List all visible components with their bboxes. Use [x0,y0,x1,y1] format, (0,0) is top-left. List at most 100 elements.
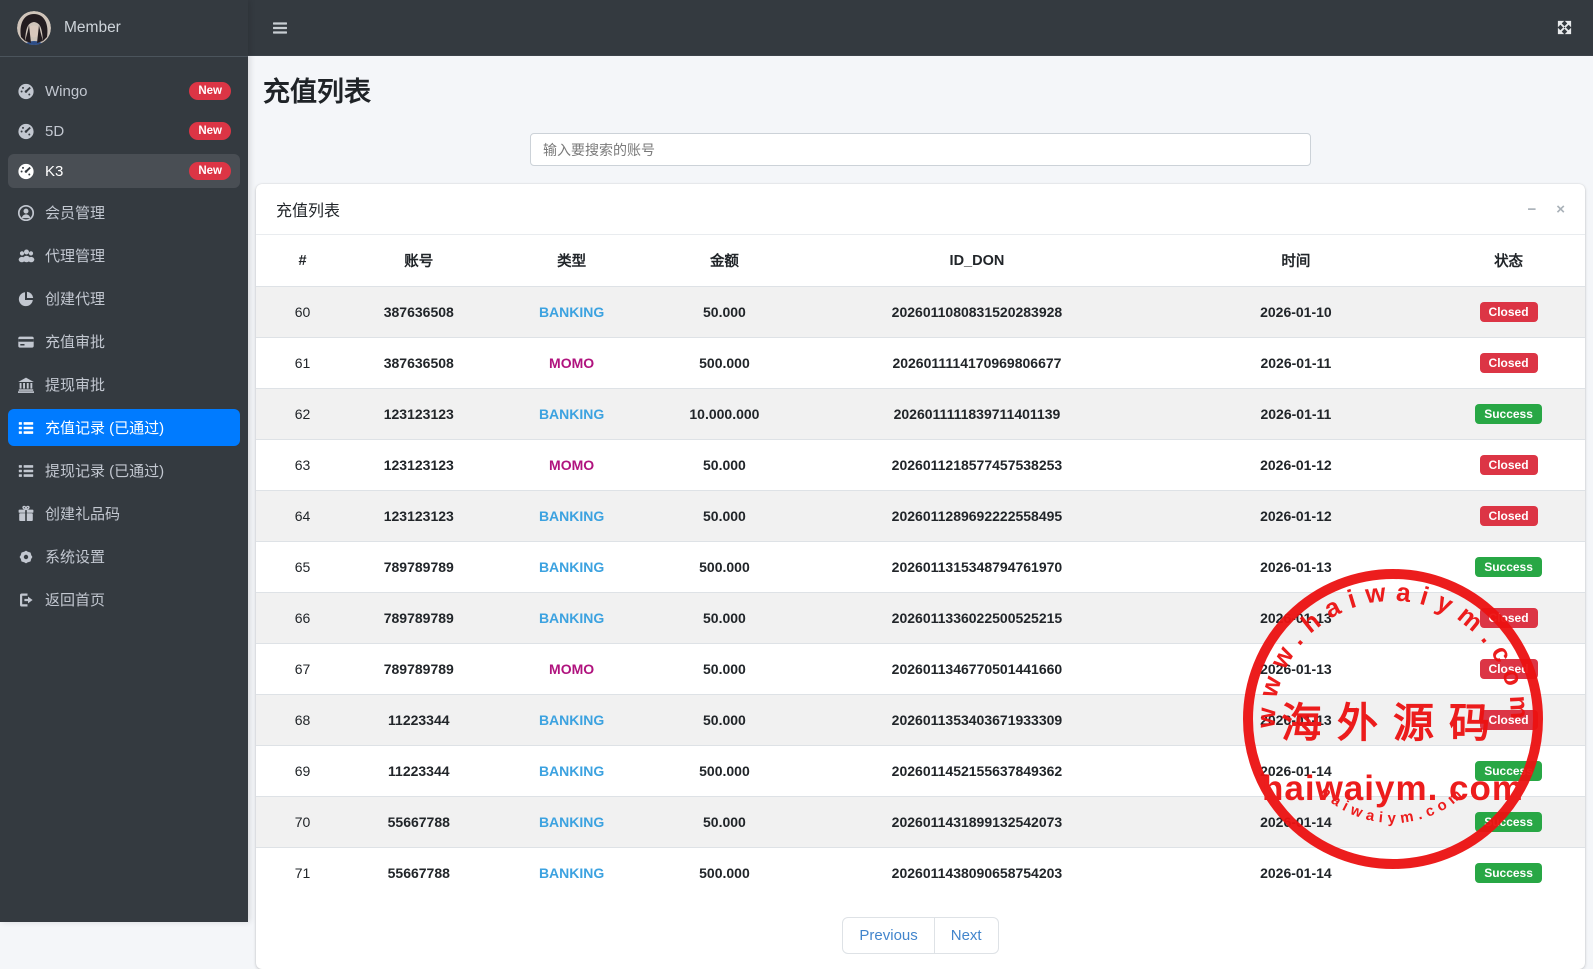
cell-type: BANKING [488,490,655,542]
cell-type: MOMO [488,337,655,389]
previous-button[interactable]: Previous [842,917,935,954]
status-badge: Closed [1479,659,1538,679]
table-row: 63 123123123 MOMO 50.000 202601121857745… [256,439,1585,491]
sidebar-item-0[interactable]: Wingo New [8,74,240,108]
sidebar-nav: Wingo New 5D New K3 New 会员管理 代理管理 创建代理 充… [0,57,248,632]
col-time: 时间 [1159,235,1433,287]
status-badge: Success [1475,863,1542,883]
cell-amount: 50.000 [654,643,795,695]
status-badge: Success [1475,404,1542,424]
sign-out-icon [17,591,45,609]
recharge-list-card: 充值列表 − × # 账号 类型 金额 ID_DON 时间 状态 60 3876… [256,184,1585,969]
cell-type: BANKING [538,304,605,320]
cell-amount: 50.000 [654,490,795,542]
cell-type: BANKING [488,592,655,644]
sidebar-item-1[interactable]: 5D New [8,114,240,148]
tachometer-icon [17,162,45,180]
new-badge: New [189,82,231,100]
sidebar-item-2[interactable]: K3 New [8,154,240,188]
col-status: 状态 [1432,235,1585,287]
cell-status: Closed [1432,287,1585,338]
cell-id-don: 2026011111839711401139 [794,388,1160,440]
sidebar-item-9[interactable]: 提现记录 (已通过) [8,452,240,489]
cell-time: 2026-01-14 [1159,745,1433,797]
sidebar-item-7[interactable]: 提现审批 [8,366,240,403]
table-row: 62 123123123 BANKING 10.000.000 20260111… [256,388,1585,440]
cell-index: 61 [256,337,350,389]
cell-amount: 500.000 [654,847,795,898]
cell-type: BANKING [488,847,655,898]
cell-time: 2026-01-13 [1159,643,1433,695]
cell-account: 55667788 [349,847,489,898]
cell-amount: 50.000 [654,592,795,644]
sidebar-item-5[interactable]: 创建代理 [8,280,240,317]
cell-type: MOMO [488,643,655,695]
sidebar: Member Wingo New 5D New K3 New 会员管理 代理管理… [0,0,248,922]
cell-id-don: 2026011431899132542073 [794,796,1160,848]
cell-account: 11223344 [349,694,489,746]
cell-index: 63 [256,439,350,491]
cell-id-don: 2026011353403671933309 [794,694,1160,746]
search-input[interactable] [530,133,1311,166]
cell-status: Success [1432,745,1585,797]
sidebar-item-8[interactable]: 充值记录 (已通过) [8,409,240,446]
col-account: 账号 [349,235,489,287]
cell-account: 123123123 [349,388,489,440]
sidebar-item-11[interactable]: 系统设置 [8,538,240,575]
user-avatar [17,11,51,45]
cell-time: 2026-01-14 [1159,847,1433,898]
table-row: 61 387636508 MOMO 500.000 20260111141709… [256,337,1585,389]
cell-time: 2026-01-13 [1159,694,1433,746]
cell-id-don: 2026011438090658754203 [794,847,1160,898]
table-row: 70 55667788 BANKING 50.000 2026011431899… [256,796,1585,848]
sidebar-item-12[interactable]: 返回首页 [8,581,240,618]
cell-amount: 50.000 [654,439,795,491]
list-icon [17,419,45,437]
minimize-icon[interactable]: − [1527,202,1536,217]
cell-index: 68 [256,694,350,746]
tachometer-icon [17,122,45,140]
close-icon[interactable]: × [1556,202,1565,217]
brand-user-name: Member [64,19,121,36]
cell-index: 66 [256,592,350,644]
cell-type: MOMO [488,439,655,491]
sidebar-item-4[interactable]: 代理管理 [8,237,240,274]
cell-account: 11223344 [349,745,489,797]
table-row: 66 789789789 BANKING 50.000 202601133602… [256,592,1585,644]
cell-status: Success [1432,847,1585,898]
fullscreen-expand-icon[interactable] [1556,19,1573,36]
cell-amount: 500.000 [654,745,795,797]
cell-time: 2026-01-13 [1159,541,1433,593]
cell-status: Success [1432,796,1585,848]
gift-icon [17,505,45,523]
cell-status: Success [1432,388,1585,440]
new-badge: New [189,122,231,140]
cell-status: Closed [1432,490,1585,542]
cell-type: BANKING [488,796,655,848]
next-button[interactable]: Next [933,917,999,954]
table-row: 69 11223344 BANKING 500.000 202601145215… [256,745,1585,797]
cell-account: 123123123 [349,490,489,542]
tachometer-icon [17,82,45,100]
sidebar-item-6[interactable]: 充值审批 [8,323,240,360]
sidebar-item-10[interactable]: 创建礼品码 [8,495,240,532]
cell-account: 789789789 [349,643,489,695]
cell-index: 60 [294,304,311,320]
top-navbar [248,0,1593,56]
card-tools: − × [1527,202,1565,217]
status-badge: Closed [1479,302,1538,322]
table-row: 71 55667788 BANKING 500.000 202601143809… [256,847,1585,898]
cell-time: 2026-01-11 [1159,388,1433,440]
sidebar-item-3[interactable]: 会员管理 [8,194,240,231]
card-title: 充值列表 [276,203,341,220]
cell-amount: 10.000.000 [654,388,795,440]
cell-id-don: 2026011218577457538253 [794,439,1160,491]
cell-amount: 500.000 [654,337,795,389]
status-badge: Closed [1479,608,1538,628]
sidebar-brand[interactable]: Member [0,0,248,57]
hamburger-icon[interactable] [271,19,289,37]
gear-icon [17,548,45,566]
status-badge: Success [1475,761,1542,781]
status-badge: Closed [1479,506,1538,526]
card-header: 充值列表 − × [256,184,1585,235]
